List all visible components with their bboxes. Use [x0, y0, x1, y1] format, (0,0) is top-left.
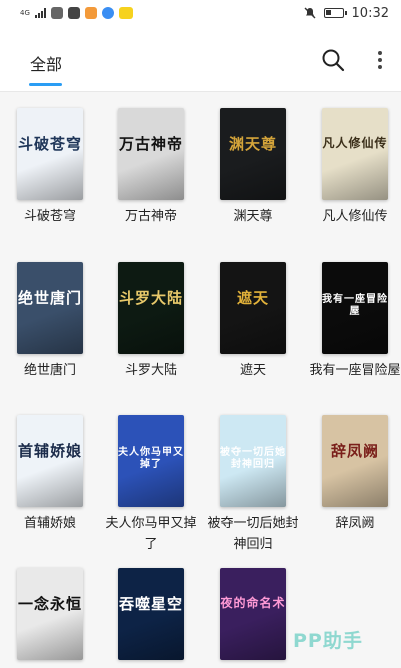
- clock: 10:32: [351, 5, 389, 21]
- battery-icon: [323, 8, 347, 18]
- book-cover[interactable]: 斗破苍穹: [17, 108, 83, 200]
- book-cover[interactable]: 一念永恒: [17, 568, 83, 660]
- status-bar: 4G 10:32: [0, 0, 401, 26]
- book-cover-title: 被夺一切后她封神回归: [220, 447, 286, 470]
- book-item[interactable]: 遮天 遮天: [203, 262, 303, 381]
- book-cover-title: 夜的命名术: [220, 596, 286, 610]
- book-cover[interactable]: 夜的命名术: [220, 568, 286, 660]
- book-title[interactable]: 渊天尊: [203, 206, 303, 227]
- book-cover-title: 一念永恒: [17, 595, 82, 613]
- book-cover-title: 吞噬星空: [118, 595, 183, 613]
- app-icon: [118, 7, 133, 19]
- book-title[interactable]: 辞凤阙: [305, 513, 401, 534]
- book-cover[interactable]: 斗罗大陆: [118, 262, 184, 354]
- book-cover-title: 首辅娇娘: [17, 442, 82, 460]
- book-item[interactable]: 万古神帝 万古神帝: [101, 108, 201, 227]
- book-cover[interactable]: 遮天: [220, 262, 286, 354]
- book-title[interactable]: 遮天: [203, 360, 303, 381]
- book-cover[interactable]: 被夺一切后她封神回归: [220, 415, 286, 507]
- book-cover-title: 夫人你马甲又掉了: [118, 447, 184, 470]
- book-cover-title: 我有一座冒险屋: [322, 294, 388, 317]
- book-item[interactable]: 夫人你马甲又掉了 夫人你马甲又掉了: [101, 415, 201, 555]
- book-title[interactable]: 斗破苍穹: [0, 206, 100, 227]
- book-title[interactable]: 万古神帝: [101, 206, 201, 227]
- book-cover[interactable]: 渊天尊: [220, 108, 286, 200]
- book-cover-title: 万古神帝: [118, 135, 183, 153]
- book-title[interactable]: 夫人你马甲又掉了: [101, 513, 201, 555]
- book-item[interactable]: 首辅娇娘 首辅娇娘: [0, 415, 100, 534]
- mute-icon: [304, 7, 316, 19]
- book-title[interactable]: 我有一座冒险屋: [305, 360, 401, 381]
- tab-all[interactable]: 全部: [30, 51, 62, 75]
- book-item[interactable]: 辞凤阙 辞凤阙: [305, 415, 401, 534]
- book-item[interactable]: 我有一座冒险屋 我有一座冒险屋: [305, 262, 401, 381]
- watermark: PP助手: [293, 630, 363, 652]
- book-cover[interactable]: 吞噬星空: [118, 568, 184, 660]
- signal-icon: [34, 8, 46, 18]
- book-cover-title: 辞凤阙: [330, 442, 379, 460]
- book-cover-title: 遮天: [236, 289, 269, 307]
- book-cover[interactable]: 凡人修仙传: [322, 108, 388, 200]
- book-cover-title: 渊天尊: [228, 135, 277, 153]
- book-cover-title: 斗破苍穹: [17, 135, 82, 153]
- message-icon: [50, 7, 63, 19]
- book-item[interactable]: 凡人修仙传 凡人修仙传: [305, 108, 401, 227]
- book-cover[interactable]: 万古神帝: [118, 108, 184, 200]
- book-title[interactable]: 被夺一切后她封神回归: [203, 513, 303, 555]
- book-title[interactable]: 绝世唐门: [0, 360, 100, 381]
- book-cover-title: 凡人修仙传: [322, 136, 388, 150]
- tab-indicator: [29, 83, 62, 86]
- book-item[interactable]: 夜的命名术: [203, 568, 303, 660]
- book-cover[interactable]: 首辅娇娘: [17, 415, 83, 507]
- book-cover[interactable]: 绝世唐门: [17, 262, 83, 354]
- book-item[interactable]: 渊天尊 渊天尊: [203, 108, 303, 227]
- book-title[interactable]: 斗罗大陆: [101, 360, 201, 381]
- app-icon: [84, 7, 97, 19]
- app-bar: 全部: [0, 26, 401, 92]
- network-type: 4G: [20, 9, 30, 17]
- search-icon[interactable]: [320, 47, 346, 73]
- book-cover[interactable]: 辞凤阙: [322, 415, 388, 507]
- email-icon: [67, 7, 80, 19]
- book-cover[interactable]: 我有一座冒险屋: [322, 262, 388, 354]
- book-title[interactable]: 首辅娇娘: [0, 513, 100, 534]
- book-item[interactable]: 一念永恒: [0, 568, 100, 660]
- book-item[interactable]: 吞噬星空: [101, 568, 201, 660]
- book-item[interactable]: 被夺一切后她封神回归 被夺一切后她封神回归: [203, 415, 303, 555]
- book-title[interactable]: 凡人修仙传: [305, 206, 401, 227]
- more-vertical-icon[interactable]: [370, 47, 390, 73]
- app-icon: [101, 7, 114, 19]
- book-cover-title: 斗罗大陆: [118, 289, 183, 307]
- book-item[interactable]: 斗罗大陆 斗罗大陆: [101, 262, 201, 381]
- book-cover[interactable]: 夫人你马甲又掉了: [118, 415, 184, 507]
- book-cover-title: 绝世唐门: [17, 289, 82, 307]
- book-item[interactable]: 绝世唐门 绝世唐门: [0, 262, 100, 381]
- bookshelf-grid: 斗破苍穹 斗破苍穹 万古神帝 万古神帝 渊天尊 渊天尊 凡人修仙传 凡人修仙传 绝世唐门 绝世唐门…: [0, 92, 401, 668]
- book-item[interactable]: 斗破苍穹 斗破苍穹: [0, 108, 100, 227]
